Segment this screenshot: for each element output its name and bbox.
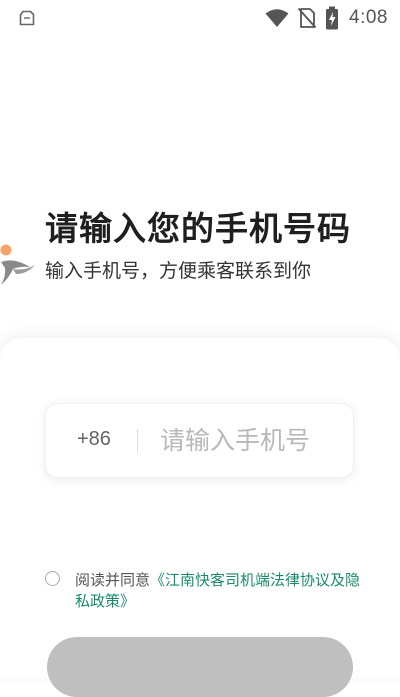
next-button[interactable]	[47, 637, 353, 697]
agreement-text: 阅读并同意《江南快客司机端法律协议及隐私政策》	[75, 570, 365, 612]
login-card	[0, 338, 400, 678]
page-subtitle: 输入手机号，方便乘客联系到你	[45, 260, 312, 282]
country-code[interactable]: +86	[77, 428, 111, 451]
wifi-icon	[265, 9, 289, 27]
swallow-bird-logo-icon	[0, 244, 35, 285]
sim-card-outline-icon	[19, 10, 35, 26]
agreement-checkbox[interactable]	[45, 571, 60, 586]
battery-charging-icon	[326, 6, 339, 30]
phone-input[interactable]	[160, 420, 345, 460]
field-divider	[137, 429, 138, 453]
agreement-prefix: 阅读并同意	[75, 571, 151, 589]
phone-field[interactable]: +86	[45, 403, 354, 478]
page-title: 请输入您的手机号码	[45, 209, 351, 248]
status-icons: 4:08	[265, 6, 388, 30]
status-time: 4:08	[349, 7, 388, 28]
no-sim-icon	[297, 7, 317, 29]
status-bar: 4:08	[0, 0, 400, 36]
